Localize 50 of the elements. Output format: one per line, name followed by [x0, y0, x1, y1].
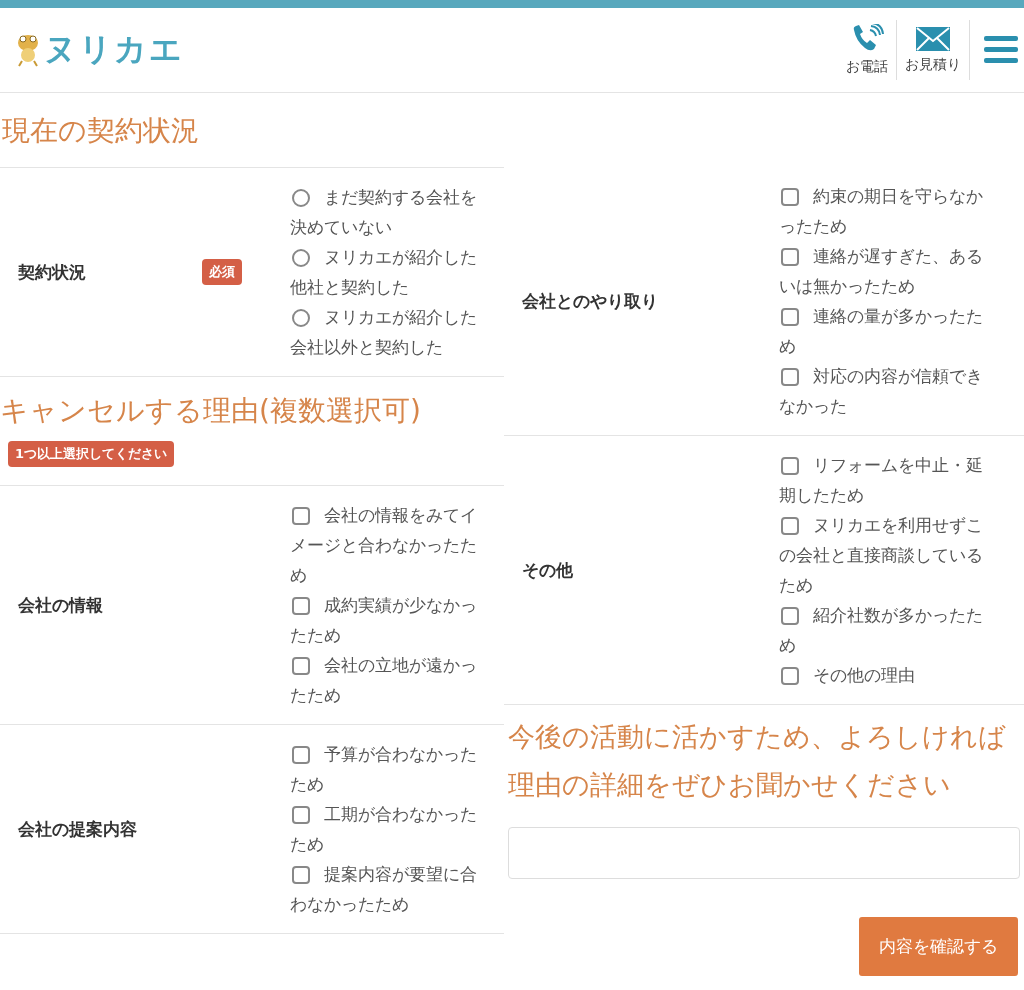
checkbox[interactable]	[781, 517, 799, 535]
quote-button[interactable]: お見積り	[897, 20, 970, 80]
checkbox-option[interactable]: 提案内容が要望に合わなかったため	[290, 859, 486, 919]
radio-button[interactable]	[292, 249, 310, 267]
field-label: 契約状況	[18, 260, 86, 284]
checkbox-option[interactable]: 紹介社数が多かったため	[779, 600, 989, 660]
radio-button[interactable]	[292, 189, 310, 207]
checkbox-option[interactable]: 成約実績が少なかったため	[290, 590, 486, 650]
checkbox-option[interactable]: リフォームを中止・延期したため	[779, 450, 989, 510]
field-label: その他	[522, 558, 573, 582]
checkbox-option[interactable]: 連絡が遅すぎた、あるいは無かったため	[779, 241, 989, 301]
field-label: 会社とのやり取り	[522, 289, 658, 313]
details-field[interactable]	[508, 827, 1020, 879]
checkbox-option[interactable]: 約束の期日を守らなかったため	[779, 181, 989, 241]
checkbox[interactable]	[292, 507, 310, 525]
radio-button[interactable]	[292, 309, 310, 327]
checkbox[interactable]	[292, 657, 310, 675]
checkbox-option[interactable]: 工期が合わなかったため	[290, 799, 486, 859]
checkbox[interactable]	[781, 368, 799, 386]
phone-button[interactable]: お電話	[838, 20, 897, 80]
checkbox-option[interactable]: ヌリカエを利用せずこの会社と直接商談しているため	[779, 510, 989, 600]
checkbox[interactable]	[781, 667, 799, 685]
field-label: 会社の情報	[18, 593, 103, 617]
section-heading: 今後の活動に活かすため、よろしければ理由の詳細をぜひお聞かせください	[507, 720, 1007, 802]
checkbox-option[interactable]: 会社の立地が遠かったため	[290, 650, 486, 710]
radio-option[interactable]: ヌリカエが紹介した会社以外と契約した	[290, 302, 486, 362]
menu-icon	[984, 33, 1018, 64]
checkbox-option[interactable]: 予算が合わなかったため	[290, 739, 486, 799]
checkbox[interactable]	[292, 806, 310, 824]
checkbox[interactable]	[292, 746, 310, 764]
checkbox[interactable]	[781, 308, 799, 326]
required-badge: 必須	[202, 259, 242, 285]
checkbox-option[interactable]: 連絡の量が多かったため	[779, 301, 989, 361]
checkbox-option[interactable]: 対応の内容が信頼できなかった	[779, 361, 989, 421]
checkbox[interactable]	[292, 597, 310, 615]
checkbox[interactable]	[781, 607, 799, 625]
checkbox-option[interactable]: その他の理由	[779, 660, 989, 690]
field-label: 会社の提案内容	[18, 817, 137, 841]
radio-option[interactable]: ヌリカエが紹介した他社と契約した	[290, 242, 486, 302]
checkbox[interactable]	[292, 866, 310, 884]
checkbox[interactable]	[781, 457, 799, 475]
checkbox[interactable]	[781, 248, 799, 266]
section-heading: 現在の契約状況	[0, 93, 504, 168]
frog-icon	[16, 33, 40, 67]
checkbox-option[interactable]: 会社の情報をみてイメージと合わなかったため	[290, 500, 486, 590]
section-heading: キャンセルする理由(複数選択可)	[0, 393, 422, 429]
mail-icon	[916, 26, 950, 52]
radio-option[interactable]: まだ契約する会社を決めていない	[290, 182, 486, 242]
required-notice: 1つ以上選択してください	[8, 441, 175, 467]
checkbox[interactable]	[781, 188, 799, 206]
